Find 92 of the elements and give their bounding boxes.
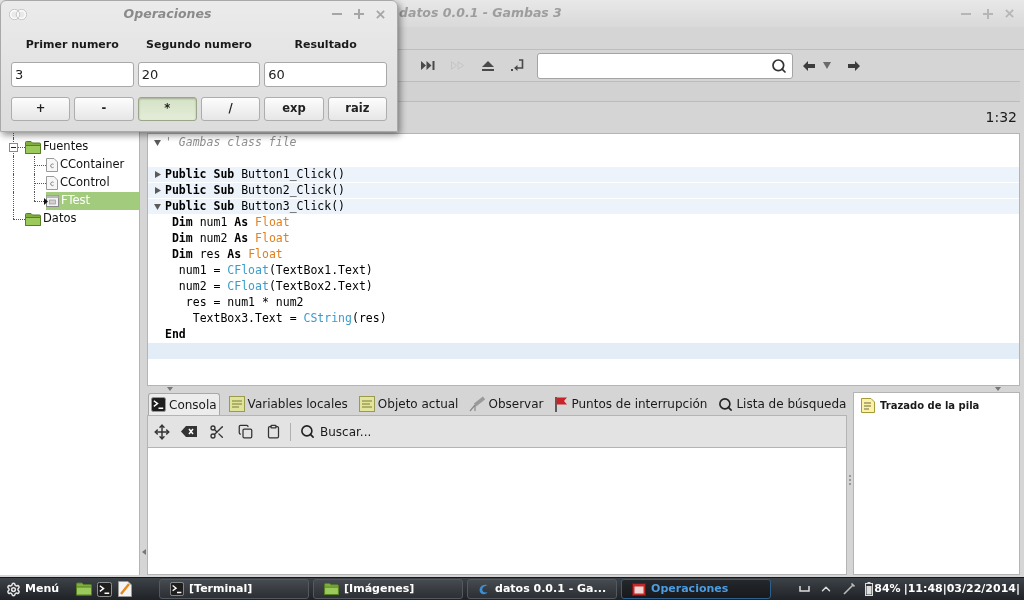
collapse-icon[interactable] bbox=[9, 143, 18, 152]
panel-tab[interactable]: Puntos de interrupción bbox=[552, 393, 710, 415]
return-arrow-icon[interactable] bbox=[511, 59, 525, 72]
taskbar-button[interactable]: datos 0.0.1 - Ga... bbox=[467, 579, 618, 599]
arrow-right-icon[interactable] bbox=[848, 60, 860, 71]
search-button[interactable]: Buscar... bbox=[294, 419, 378, 444]
operation-button[interactable]: + bbox=[11, 97, 71, 121]
pen-icon[interactable] bbox=[843, 583, 856, 595]
caret-down-icon[interactable] bbox=[823, 62, 831, 69]
lined-tile-icon bbox=[228, 396, 245, 412]
operation-button[interactable]: raiz bbox=[327, 97, 387, 121]
move-icon[interactable] bbox=[153, 423, 170, 440]
code-text: num1 = CFloat(TextBox1.Text) bbox=[178, 262, 373, 280]
triangle-marker-icon bbox=[44, 198, 48, 205]
panel-tab[interactable]: Observar bbox=[467, 393, 546, 415]
text-editor-icon[interactable] bbox=[118, 581, 133, 597]
panel-tab[interactable]: Consola bbox=[148, 393, 220, 415]
code-text: Public Sub Button1_Click() bbox=[165, 165, 346, 183]
operation-button[interactable]: - bbox=[74, 97, 134, 121]
fold-open-icon[interactable] bbox=[154, 203, 161, 210]
number-field[interactable]: 20 bbox=[137, 62, 261, 87]
code-text: num2 = CFloat(TextBox2.Text) bbox=[178, 278, 373, 296]
triangle-left-icon[interactable] bbox=[141, 549, 146, 555]
folder-icon bbox=[25, 140, 41, 154]
page-icon bbox=[46, 176, 58, 190]
field-label: Resultado bbox=[294, 36, 357, 53]
folder-icon bbox=[76, 582, 93, 596]
search-field[interactable] bbox=[537, 52, 793, 79]
search-icon[interactable] bbox=[771, 57, 787, 74]
window-icon bbox=[632, 582, 647, 596]
note-icon bbox=[861, 397, 875, 413]
search-icon bbox=[300, 424, 315, 439]
code-text: TextBox3.Text = CString(res) bbox=[192, 310, 387, 328]
cursor-position: 1:32 bbox=[985, 108, 1017, 127]
search-icon bbox=[718, 396, 734, 412]
terminal-icon bbox=[151, 397, 166, 412]
fold-closed-icon[interactable] bbox=[154, 171, 161, 178]
dialog-title: Operaciones bbox=[123, 4, 212, 23]
code-text: Dim res As Float bbox=[171, 246, 283, 264]
rings-icon bbox=[9, 8, 27, 20]
clear-icon[interactable] bbox=[181, 426, 197, 437]
menu-button[interactable]: Menú bbox=[0, 578, 63, 600]
triangle-down-icon[interactable] bbox=[167, 387, 173, 391]
operation-button[interactable]: / bbox=[201, 97, 261, 121]
field-label: Segundo numero bbox=[146, 36, 252, 53]
tree-item[interactable]: Fuentes bbox=[25, 138, 139, 156]
window-icon bbox=[46, 195, 59, 207]
battery-percent: 84% bbox=[874, 580, 901, 597]
panel-tab[interactable]: Variables locales bbox=[226, 393, 350, 415]
telescope-icon bbox=[469, 396, 486, 412]
battery-icon bbox=[865, 582, 874, 596]
copy-icon[interactable] bbox=[237, 424, 253, 439]
fold-open-icon[interactable] bbox=[154, 140, 161, 146]
code-text: Dim num1 As Float bbox=[171, 214, 290, 232]
operation-button[interactable]: exp bbox=[264, 97, 324, 121]
terminal-icon bbox=[170, 582, 185, 596]
number-field[interactable]: 3 bbox=[11, 62, 134, 87]
code-text: ' Gambas class file bbox=[165, 134, 297, 152]
folder-icon bbox=[324, 583, 340, 595]
stack-panel-title: Trazado de la pila bbox=[880, 398, 980, 413]
arrow-left-icon[interactable] bbox=[803, 60, 815, 71]
code-text: Public Sub Button2_Click() bbox=[165, 181, 346, 199]
cut-icon[interactable] bbox=[209, 423, 225, 440]
operation-button[interactable]: * bbox=[137, 97, 197, 121]
gear-icon bbox=[6, 581, 21, 597]
tree-item[interactable]: Datos bbox=[25, 210, 139, 228]
tree-item[interactable]: CContainer bbox=[46, 156, 139, 174]
tree-item[interactable]: CControl bbox=[46, 174, 139, 192]
eject-icon[interactable] bbox=[482, 60, 494, 71]
skip-forward-icon[interactable] bbox=[421, 61, 435, 70]
field-label: Primer numero bbox=[25, 36, 119, 53]
terminal-icon bbox=[97, 581, 113, 597]
taskbar-button[interactable]: [Imágenes] bbox=[313, 579, 464, 599]
fold-closed-icon[interactable] bbox=[154, 187, 161, 194]
clock: |11:48|03/22/2014| bbox=[903, 580, 1020, 597]
window-title: datos 0.0.1 - Gambas 3 bbox=[399, 4, 562, 23]
number-field[interactable]: 60 bbox=[264, 62, 387, 87]
bracket-icon[interactable] bbox=[799, 586, 811, 592]
triangle-down-icon[interactable] bbox=[995, 387, 1001, 391]
code-text: Dim num2 As Float bbox=[171, 230, 290, 248]
flag-icon bbox=[554, 396, 569, 412]
panel-tab[interactable]: Lista de búsqueda bbox=[716, 393, 849, 415]
code-text: res = num1 * num2 bbox=[185, 294, 304, 312]
taskbar-button[interactable]: Operaciones bbox=[621, 579, 772, 599]
paste-icon[interactable] bbox=[265, 424, 281, 439]
code-text: Public Sub Button3_Click() bbox=[165, 197, 346, 215]
taskbar-button[interactable]: [Terminal] bbox=[159, 579, 310, 599]
folder-icon bbox=[25, 212, 41, 226]
page-icon bbox=[46, 158, 58, 172]
code-text: End bbox=[165, 326, 186, 344]
panel-tab[interactable]: Objeto actual bbox=[356, 393, 461, 415]
lined-tile-icon bbox=[358, 396, 375, 412]
